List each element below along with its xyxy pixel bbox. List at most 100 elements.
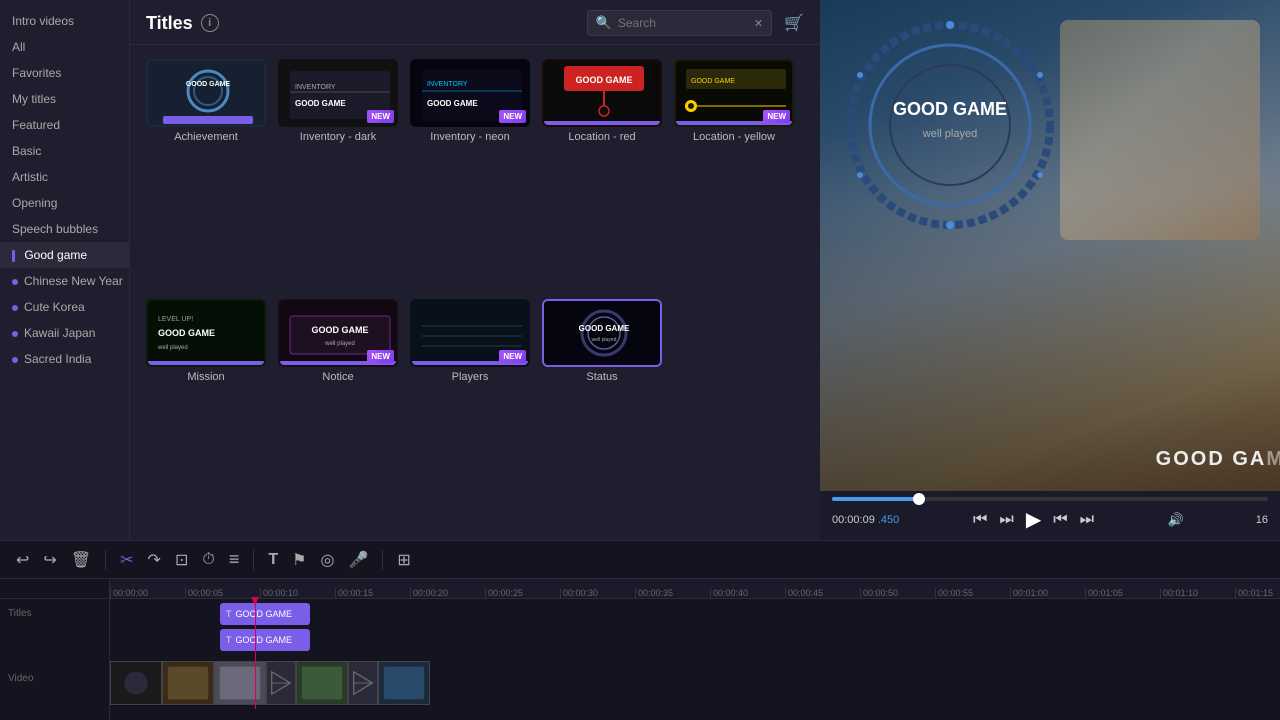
volume-icon[interactable]: 🔊 xyxy=(1168,512,1184,528)
clear-icon[interactable]: ✕ xyxy=(754,17,763,30)
location-red-label: Location - red xyxy=(568,131,635,143)
sidebar-item-basic[interactable]: Basic xyxy=(0,138,129,164)
title-card-inventory-neon[interactable]: INVENTORY GOOD GAME NEW Inventory - neon xyxy=(410,59,530,287)
new-badge-players: NEW xyxy=(499,350,526,363)
undo-button[interactable]: ↩ xyxy=(12,548,33,572)
svg-text:GOOD GAME: GOOD GAME xyxy=(158,328,215,338)
ruler-mark-11: 00:00:55 xyxy=(935,588,1010,598)
svg-text:well played: well played xyxy=(592,337,617,343)
sidebar-item-my-titles[interactable]: My titles xyxy=(0,86,129,112)
go-to-start-button[interactable]: ⏮ xyxy=(971,509,989,531)
svg-text:GOOD GAME: GOOD GAME xyxy=(427,99,478,108)
svg-text:GOOD GAME: GOOD GAME xyxy=(295,99,346,108)
svg-text:well played: well played xyxy=(157,345,188,351)
sidebar-item-kawaii-japan[interactable]: Kawaii Japan xyxy=(0,320,129,346)
sidebar-item-featured[interactable]: Featured xyxy=(0,112,129,138)
title-card-players[interactable]: NEW Players xyxy=(410,299,530,527)
playhead-arrow xyxy=(251,597,259,605)
video-track-label: Video xyxy=(0,655,109,701)
svg-text:GOOD GAME: GOOD GAME xyxy=(893,99,1007,119)
title-card-location-red[interactable]: GOOD GAME Location - red xyxy=(542,59,662,287)
panel-title-text: Titles xyxy=(146,13,193,34)
search-icon: 🔍 xyxy=(596,15,612,31)
sidebar-item-intro-videos[interactable]: Intro videos xyxy=(0,8,129,34)
sidebar-item-cute-korea[interactable]: Cute Korea xyxy=(0,294,129,320)
sidebar-item-artistic[interactable]: Artistic xyxy=(0,164,129,190)
title-card-mission[interactable]: LEVEL UP! GOOD GAME well played Mission xyxy=(146,299,266,527)
sidebar-item-opening[interactable]: Opening xyxy=(0,190,129,216)
title-track-label-2 xyxy=(0,627,109,655)
sidebar-item-favorites[interactable]: Favorites xyxy=(0,60,129,86)
crop-button[interactable]: ⊡ xyxy=(171,548,192,572)
ruler-mark-7: 00:00:35 xyxy=(635,588,710,598)
speed-button[interactable]: ⏱ xyxy=(198,549,218,571)
search-bar: 🔍 ✕ 🛒 xyxy=(587,10,804,36)
redo-button[interactable]: ↪ xyxy=(39,548,60,572)
location-button[interactable]: ◎ xyxy=(316,548,338,572)
audio-button[interactable]: 🎤 xyxy=(344,548,372,572)
title-clip-1[interactable]: T GOOD GAME xyxy=(220,603,310,625)
filter-button[interactable]: ≡ xyxy=(225,547,244,572)
video-thumb-4[interactable] xyxy=(296,661,348,705)
video-thumb-2[interactable] xyxy=(162,661,214,705)
redo2-button[interactable]: ↷ xyxy=(144,548,165,572)
split-view-button[interactable]: ⊞ xyxy=(393,548,414,572)
next-frame-button[interactable]: ⏮ xyxy=(1051,509,1069,531)
text-button[interactable]: T xyxy=(264,549,282,571)
achievement-label: Achievement xyxy=(174,131,238,143)
video-thumb-1[interactable] xyxy=(110,661,162,705)
ruler-mark-9: 00:00:45 xyxy=(785,588,860,598)
go-to-end-button[interactable]: ⏭ xyxy=(1078,509,1096,531)
clip-text-icon: T xyxy=(226,609,232,619)
ruler-mark-2: 00:00:10 xyxy=(260,588,335,598)
sidebar-item-speech-bubbles[interactable]: Speech bubbles xyxy=(0,216,129,242)
svg-text:well played: well played xyxy=(324,341,355,347)
playback-control-buttons: ⏮ ⏭ ▶ ⏮ ⏭ xyxy=(971,505,1096,534)
title-card-achievement[interactable]: GOOD GAME Achievement xyxy=(146,59,266,287)
title-card-location-yellow[interactable]: GOOD GAME NEW Location - yellow xyxy=(674,59,794,287)
search-input[interactable] xyxy=(618,16,748,30)
svg-text:LEVEL UP!: LEVEL UP! xyxy=(158,316,193,323)
dot-icon xyxy=(12,279,18,285)
sidebar-item-chinese-new-year[interactable]: Chinese New Year xyxy=(0,268,129,294)
ruler-mark-14: 00:01:10 xyxy=(1160,588,1235,598)
transition-1[interactable] xyxy=(266,661,296,705)
panel-header: Titles i 🔍 ✕ 🛒 xyxy=(130,0,820,45)
clip-2-label: GOOD GAME xyxy=(236,635,293,645)
panel-title-area: Titles i xyxy=(146,13,219,34)
dot-icon xyxy=(12,305,18,311)
ruler-mark-3: 00:00:15 xyxy=(335,588,410,598)
inventory-neon-label: Inventory - neon xyxy=(430,131,510,143)
cut-button[interactable]: ✂ xyxy=(116,548,137,572)
sidebar-item-all[interactable]: All xyxy=(0,34,129,60)
ruler-mark-10: 00:00:50 xyxy=(860,588,935,598)
svg-text:GOOD GAME: GOOD GAME xyxy=(575,75,632,85)
ruler-mark-6: 00:00:30 xyxy=(560,588,635,598)
flag-button[interactable]: ⚑ xyxy=(288,548,310,572)
video-thumb-3[interactable] xyxy=(214,661,266,705)
title-card-inventory-dark[interactable]: INVENTORY GOOD GAME NEW Inventory - dark xyxy=(278,59,398,287)
timeline-toolbar: ↩ ↪ 🗑 ✂ ↷ ⊡ ⏱ ≡ T ⚑ ◎ 🎤 ⊞ xyxy=(0,541,1280,579)
delete-button[interactable]: 🗑 xyxy=(67,548,95,572)
info-icon[interactable]: i xyxy=(201,14,219,32)
prev-frame-button[interactable]: ⏭ xyxy=(997,509,1015,531)
title-clip-2[interactable]: T GOOD GAME xyxy=(220,629,310,651)
search-input-wrap: 🔍 ✕ xyxy=(587,10,772,36)
titles-panel: Titles i 🔍 ✕ 🛒 xyxy=(130,0,820,540)
inventory-dark-label: Inventory - dark xyxy=(300,131,376,143)
video-thumb-5[interactable] xyxy=(378,661,430,705)
ruler-mark-12: 00:01:00 xyxy=(1010,588,1085,598)
progress-fill xyxy=(832,497,919,501)
play-button[interactable]: ▶ xyxy=(1024,505,1043,534)
transition-2[interactable] xyxy=(348,661,378,705)
new-badge-inventory-dark: NEW xyxy=(367,110,394,123)
status-label: Status xyxy=(586,371,617,383)
title-card-status[interactable]: GOOD GAME well played Status xyxy=(542,299,662,527)
progress-bar[interactable] xyxy=(832,497,1268,501)
sidebar-item-sacred-india[interactable]: Sacred India xyxy=(0,346,129,372)
title-card-notice[interactable]: GOOD GAME well played NEW Notice xyxy=(278,299,398,527)
svg-text:INVENTORY: INVENTORY xyxy=(427,81,468,88)
cart-icon[interactable]: 🛒 xyxy=(784,13,804,33)
sidebar-item-good-game[interactable]: Good game xyxy=(0,242,129,268)
ruler-mark-8: 00:00:40 xyxy=(710,588,785,598)
